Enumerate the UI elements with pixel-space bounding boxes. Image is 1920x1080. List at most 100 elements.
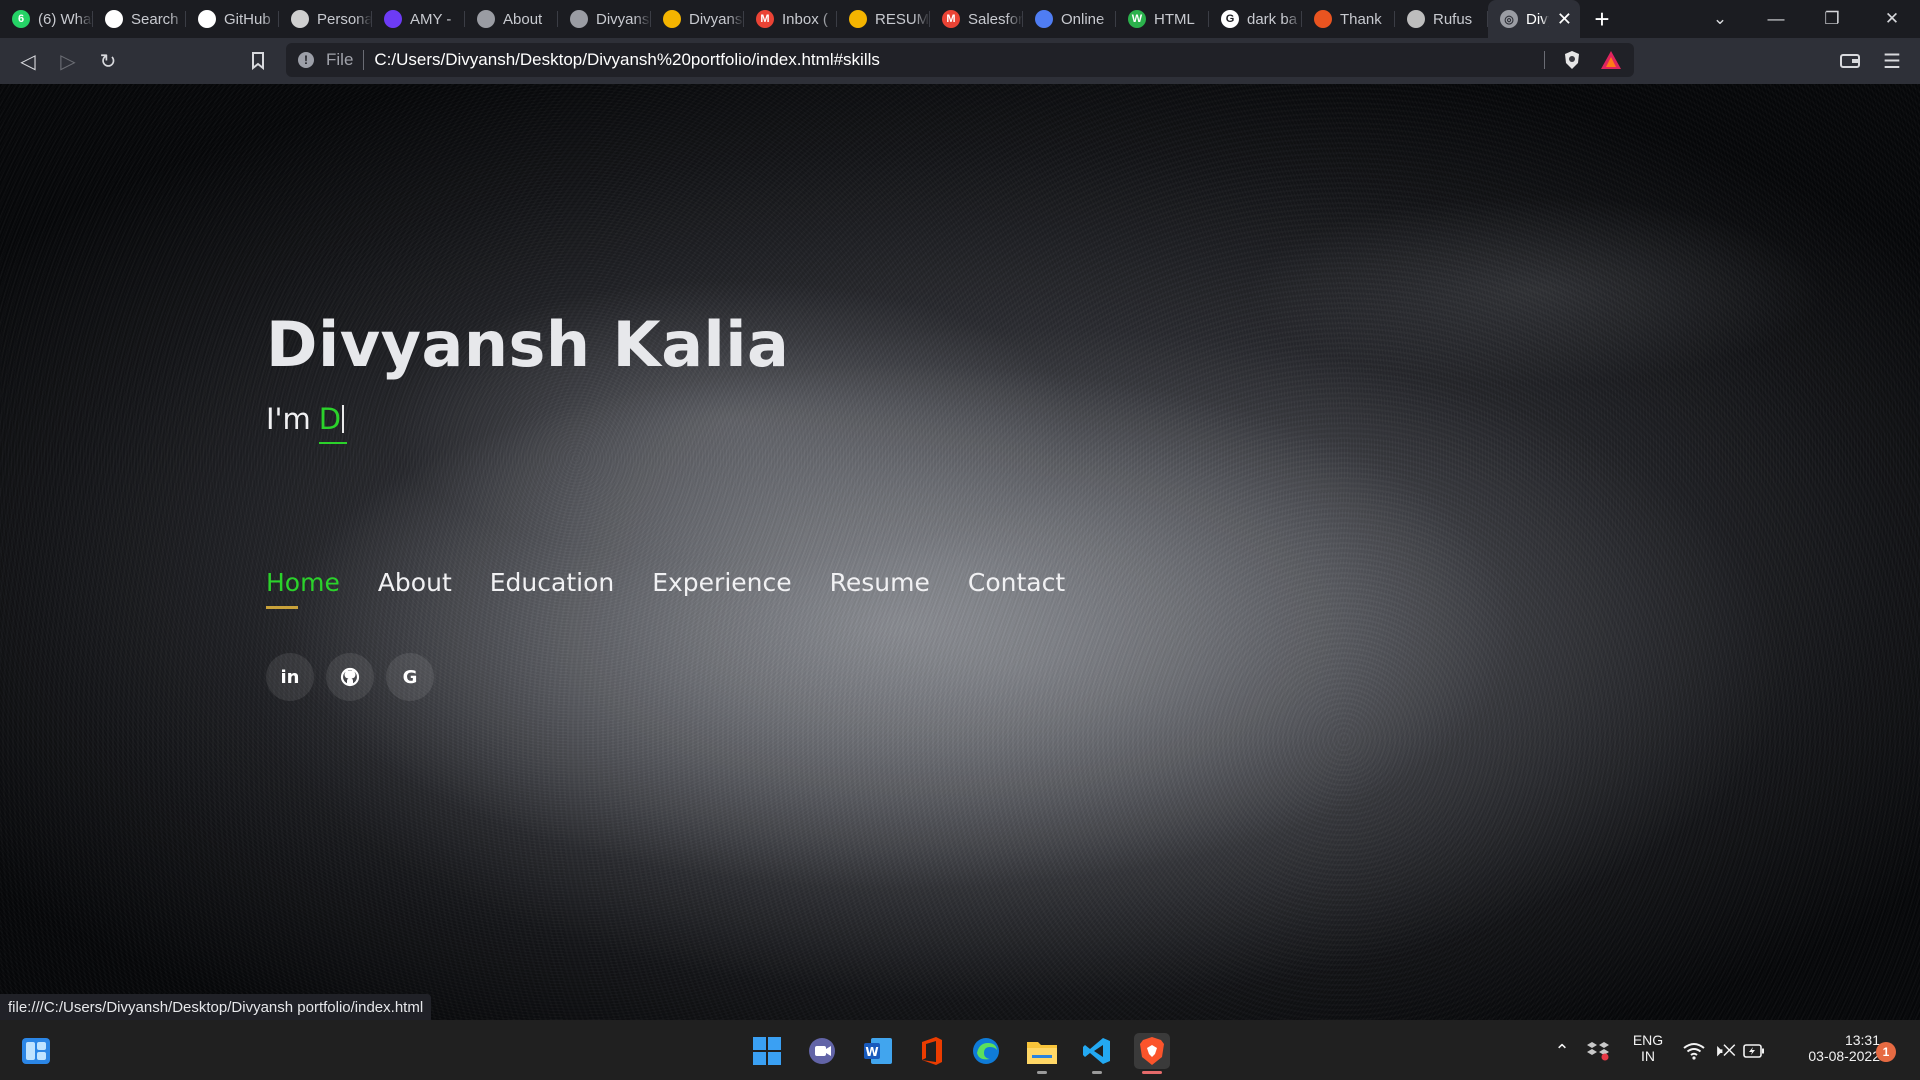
notification-badge[interactable]: 1 (1876, 1042, 1896, 1062)
tab-list: 6 (6) WhatsApp Search GitHub Personal AMY - Ab… (0, 0, 1488, 38)
language-indicator[interactable]: ENG IN (1628, 1032, 1668, 1064)
tab-title: (6) WhatsApp (38, 10, 93, 28)
tab[interactable]: M Salesforce (930, 0, 1023, 38)
gmail-icon: M (942, 10, 960, 28)
google-drive-icon (663, 10, 681, 28)
tab[interactable]: Gdark ba (1209, 0, 1302, 38)
tab-title: GitHub (224, 10, 271, 28)
social-links: in G (266, 653, 434, 701)
nav-link-home[interactable]: Home (266, 568, 340, 609)
tab-active[interactable]: ◎ Divyansh ✕ (1488, 0, 1580, 38)
nav-link-experience[interactable]: Experience (652, 568, 791, 597)
linkedin-icon[interactable]: in (266, 653, 314, 701)
battery-icon[interactable] (1736, 1033, 1772, 1069)
tab[interactable]: GitHub (186, 0, 279, 38)
nav-link-resume[interactable]: Resume (830, 568, 930, 597)
tab[interactable]: Online (1023, 0, 1116, 38)
rufus-icon (1407, 10, 1425, 28)
office-icon[interactable] (914, 1033, 950, 1069)
brave-shields-icon[interactable] (1562, 50, 1582, 70)
tab[interactable]: M Inbox ( (744, 0, 837, 38)
menu-icon[interactable]: ☰ (1878, 50, 1906, 73)
tab-strip: 6 (6) WhatsApp Search GitHub Personal AMY - Ab… (0, 0, 1920, 38)
tab[interactable]: About (465, 0, 558, 38)
close-tab-icon[interactable]: ✕ (1557, 9, 1572, 30)
nav-link-about[interactable]: About (378, 568, 452, 597)
ubuntu-icon (1314, 10, 1332, 28)
main-nav: Home About Education Experience Resume Contac… (266, 568, 1065, 609)
tab-title: Search (131, 10, 179, 28)
divider (363, 50, 365, 70)
windows-start-icon[interactable] (749, 1033, 785, 1069)
hero-name: Divyansh Kalia (266, 308, 790, 381)
tab[interactable]: RESUME (837, 0, 930, 38)
nav-link-contact[interactable]: Contact (968, 568, 1065, 597)
running-indicator (1092, 1071, 1102, 1074)
google-icon[interactable]: G (386, 653, 434, 701)
address-bar[interactable]: ! File C:/Users/Divyansh/Desktop/Divyans… (286, 43, 1634, 77)
github-icon[interactable] (326, 653, 374, 701)
clock[interactable]: 13:31 03-08-2022 (1776, 1032, 1880, 1064)
bookmark-icon[interactable] (244, 50, 272, 72)
tab[interactable]: AMY - (372, 0, 465, 38)
whatsapp-icon: 6 (12, 10, 30, 28)
dropbox-icon[interactable] (1580, 1033, 1616, 1069)
nav-link-education[interactable]: Education (490, 568, 614, 597)
gmail-icon: M (756, 10, 774, 28)
portfolio-page (0, 84, 1920, 1020)
w-icon: W (1128, 10, 1146, 28)
globe-icon (477, 10, 495, 28)
teams-chat-icon[interactable] (804, 1033, 840, 1069)
tab-title: Thank (1340, 10, 1382, 28)
edge-icon[interactable] (968, 1033, 1004, 1069)
intro-prefix: I'm (266, 402, 311, 436)
tab[interactable]: 6 (6) WhatsApp (0, 0, 93, 38)
google-icon: G (1221, 10, 1239, 28)
tab-title: HTML (1154, 10, 1195, 28)
new-tab-button[interactable]: + (1580, 0, 1624, 38)
url-text[interactable]: C:/Users/Divyansh/Desktop/Divyansh%20por… (374, 50, 879, 70)
tab-title: Online (1061, 10, 1105, 28)
linkedin-glyph: in (280, 666, 300, 688)
svg-text:W: W (865, 1045, 878, 1059)
forward-icon[interactable]: ▷ (54, 50, 82, 73)
globe-icon (570, 10, 588, 28)
github-icon (105, 10, 123, 28)
running-indicator (1037, 1071, 1047, 1074)
clock-time: 13:31 (1844, 1032, 1880, 1048)
close-window-button[interactable]: ✕ (1864, 0, 1920, 38)
avatar-icon (291, 10, 309, 28)
tab-search-chevron-icon[interactable]: ⌄ (1692, 0, 1748, 38)
tab[interactable]: Search (93, 0, 186, 38)
active-app-indicator (1142, 1071, 1162, 1074)
maximize-button[interactable]: ❐ (1804, 0, 1860, 38)
tab-title: RESUME (875, 10, 930, 28)
background-texture (0, 84, 1920, 1020)
info-icon[interactable]: ! (298, 52, 314, 68)
back-icon[interactable]: ◁ (14, 50, 42, 73)
notification-count: 1 (1882, 1045, 1890, 1059)
file-explorer-icon[interactable] (1024, 1033, 1060, 1069)
lang-bottom: IN (1641, 1048, 1655, 1064)
tab[interactable]: Thank (1302, 0, 1395, 38)
tab-title: dark ba (1247, 10, 1298, 28)
tab[interactable]: Personal (279, 0, 372, 38)
brave-rewards-icon[interactable] (1600, 50, 1622, 70)
tab[interactable]: Rufus (1395, 0, 1488, 38)
tab[interactable]: Divyansh (558, 0, 651, 38)
show-hidden-icons-chevron-icon[interactable]: ⌃ (1544, 1033, 1580, 1069)
online-icon (1035, 10, 1053, 28)
minimize-button[interactable]: — (1748, 0, 1804, 38)
google-glyph: G (402, 666, 418, 688)
tab[interactable]: Divyansh (651, 0, 744, 38)
status-bar-url: file:///C:/Users/Divyansh/Desktop/Divyan… (0, 994, 432, 1020)
wallet-icon[interactable] (1836, 50, 1864, 72)
tab-title: Personal (317, 10, 372, 28)
tab-title: Rufus (1433, 10, 1473, 28)
tab[interactable]: W HTML (1116, 0, 1209, 38)
word-icon[interactable]: W (860, 1033, 896, 1069)
brave-browser-icon[interactable] (1134, 1033, 1170, 1069)
vscode-icon[interactable] (1079, 1033, 1115, 1069)
reload-icon[interactable]: ↻ (94, 50, 122, 73)
widgets-icon[interactable] (18, 1033, 54, 1069)
